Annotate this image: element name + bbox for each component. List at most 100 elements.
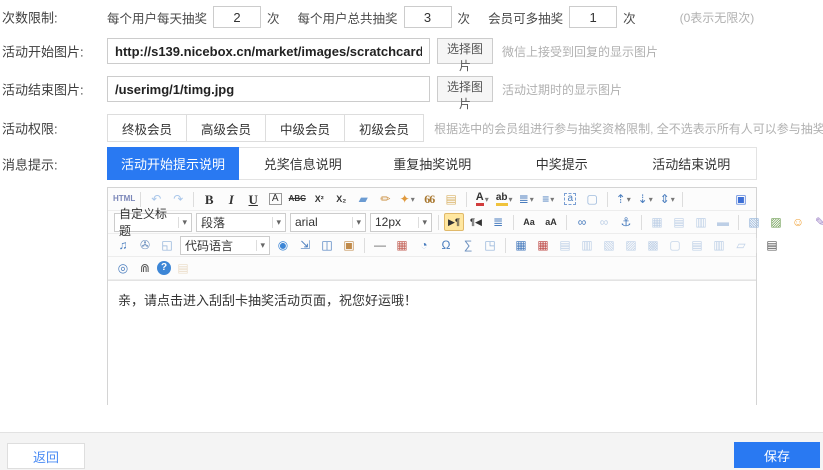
unordered-list-icon[interactable]: ≡▾ xyxy=(538,190,558,208)
image-manager-icon[interactable]: ▨ xyxy=(766,213,786,231)
tab-label: 中奖提示 xyxy=(536,154,588,173)
preview-icon[interactable]: ◎ xyxy=(113,259,133,277)
superscript-icon[interactable]: X² xyxy=(309,190,329,208)
clear-doc-icon[interactable]: ▢ xyxy=(582,190,602,208)
new-doc-icon: ▱ xyxy=(731,236,751,254)
toolbar-separator xyxy=(641,215,642,230)
font-border-icon[interactable]: A xyxy=(265,190,285,208)
bookmark-anchor-icon[interactable]: ⚓ xyxy=(616,213,636,231)
line-height-icon[interactable]: ⇕▾ xyxy=(657,190,677,208)
paragraph-format-select-value: 段落 xyxy=(201,214,225,231)
format-painter-icon[interactable]: ✏ xyxy=(375,190,395,208)
insert-column-icon: ▨ xyxy=(621,236,641,254)
ordered-list-icon[interactable]: ≣▾ xyxy=(516,190,536,208)
end-image-pick-button[interactable]: 选择图片 xyxy=(437,76,493,102)
font-size-select-value: 12px xyxy=(375,215,401,229)
special-characters-icon[interactable]: Ω xyxy=(436,236,456,254)
end-image-label: 活动结束图片: xyxy=(2,80,84,99)
attachment-icon[interactable]: ✇ xyxy=(135,236,155,254)
limit-count-input[interactable] xyxy=(569,6,617,28)
paragraph-format-select[interactable]: 段落▾ xyxy=(196,213,286,232)
back-button[interactable]: 返回 xyxy=(7,443,85,469)
search-replace-icon[interactable]: ⋒ xyxy=(135,259,155,277)
scrawl-icon[interactable]: ✎ xyxy=(810,213,823,231)
strikethrough-icon[interactable]: ABC xyxy=(287,190,307,208)
formula-icon[interactable]: ∑ xyxy=(458,236,478,254)
end-image-url-input[interactable] xyxy=(107,76,430,102)
editor-content-area[interactable]: 亲，请点击进入刮刮卡抽奖活动页面，祝您好运哦！ xyxy=(108,280,756,425)
table-title-icon: ▤ xyxy=(555,236,575,254)
indent-icon[interactable]: ≣ xyxy=(488,213,508,231)
custom-title-select[interactable]: 自定义标题▾ xyxy=(114,213,192,232)
to-lowercase-icon[interactable]: aA xyxy=(541,213,561,231)
paste-icon: ▤ xyxy=(173,259,193,277)
two-columns-icon[interactable]: ◫ xyxy=(317,236,337,254)
toolbar-row-1: HTML↶↷BIUAABCX²X₂▰✏✦▾66▤A▾ab▾≣▾≡▾a▢⇡▾⇣▾⇕… xyxy=(108,188,756,211)
limit-field-label: 会员可多抽奖 xyxy=(488,8,563,27)
to-uppercase-icon[interactable]: Aa xyxy=(519,213,539,231)
save-button[interactable]: 保存 xyxy=(734,442,820,468)
background-color-icon[interactable]: ab▾ xyxy=(494,190,514,208)
snapshot-icon[interactable]: ▣ xyxy=(339,236,359,254)
tab-win-prize-note[interactable]: 中奖提示 xyxy=(497,148,627,179)
member-level-junior[interactable]: 初级会员 xyxy=(344,114,424,142)
edit-note-icon[interactable]: ◳ xyxy=(480,236,500,254)
image-align-center-icon: ▬ xyxy=(713,213,733,231)
font-family-select[interactable]: arial▾ xyxy=(290,213,366,232)
delete-table-icon[interactable]: ▦ xyxy=(533,236,553,254)
insert-frame-icon[interactable]: ◱ xyxy=(157,236,177,254)
google-map-icon[interactable]: ◉ xyxy=(273,236,293,254)
paragraph-space-top-icon[interactable]: ⇡▾ xyxy=(613,190,633,208)
underline-icon[interactable]: U xyxy=(243,190,263,208)
insert-date-icon[interactable]: ▦ xyxy=(392,236,412,254)
tab-activity-end-note[interactable]: 活动结束说明 xyxy=(627,148,757,179)
member-level-label: 终极会员 xyxy=(122,123,172,137)
paragraph-space-bottom-icon[interactable]: ⇣▾ xyxy=(635,190,655,208)
member-level-middle[interactable]: 中级会员 xyxy=(265,114,345,142)
help-icon[interactable]: ? xyxy=(157,261,171,275)
scratch-card-activity-settings-page: 次数限制: 每个用户每天抽奖 次 每个用户总共抽奖 次 会员可多抽奖 次 (0表… xyxy=(0,0,823,470)
bold-icon[interactable]: B xyxy=(199,190,219,208)
limit-count-input[interactable] xyxy=(213,6,261,28)
chevron-down-icon: ▾ xyxy=(178,217,187,228)
member-extra-draw-limit: 会员可多抽奖 次 xyxy=(488,6,636,28)
editor-text: 亲，请点击进入刮刮卡抽奖活动页面，祝您好运哦！ xyxy=(118,293,417,308)
code-language-select[interactable]: 代码语言▾ xyxy=(180,236,270,255)
limit-count-input[interactable] xyxy=(404,6,452,28)
direction-ltr-icon[interactable]: ▶¶ xyxy=(444,213,464,231)
insert-image-icon[interactable]: ▧ xyxy=(744,213,764,231)
paste-plain-text-icon[interactable]: ▤ xyxy=(441,190,461,208)
insert-time-icon[interactable]: ◔ xyxy=(414,236,434,254)
chevron-down-icon: ▾ xyxy=(627,195,631,204)
tab-activity-start-note[interactable]: 活动开始提示说明 xyxy=(107,147,239,180)
blockquote-icon[interactable]: 66 xyxy=(419,190,439,208)
format-eraser-icon[interactable]: ▰ xyxy=(353,190,373,208)
tab-redeem-info-note[interactable]: 兑奖信息说明 xyxy=(238,148,368,179)
tab-repeat-draw-note[interactable]: 重复抽奖说明 xyxy=(368,148,498,179)
page-break-icon[interactable]: ⇲ xyxy=(295,236,315,254)
link-icon[interactable]: ∞ xyxy=(572,213,592,231)
chevron-down-icon: ▾ xyxy=(550,195,554,204)
toolbar-separator xyxy=(193,192,194,207)
print-icon[interactable]: ▤ xyxy=(762,236,782,254)
toolbar-separator xyxy=(438,215,439,230)
tab-label: 重复抽奖说明 xyxy=(393,154,471,173)
start-image-url-input[interactable] xyxy=(107,38,430,64)
member-level-senior[interactable]: 高级会员 xyxy=(186,114,266,142)
insert-music-icon[interactable]: ♫ xyxy=(113,236,133,254)
unlink-icon: ∞ xyxy=(594,213,614,231)
fullscreen-icon[interactable]: ▣ xyxy=(731,190,751,208)
subscript-icon[interactable]: X₂ xyxy=(331,190,351,208)
member-level-ultimate[interactable]: 终极会员 xyxy=(107,114,187,142)
italic-icon[interactable]: I xyxy=(221,190,241,208)
auto-typeset-icon[interactable]: ✦▾ xyxy=(397,190,417,208)
toolbar-separator xyxy=(738,215,739,230)
emotion-icon[interactable]: ☺ xyxy=(788,213,808,231)
anchor-icon[interactable]: a xyxy=(560,190,580,208)
font-size-select[interactable]: 12px▾ xyxy=(370,213,432,232)
horizontal-rule-icon[interactable]: — xyxy=(370,236,390,254)
font-color-icon[interactable]: A▾ xyxy=(472,190,492,208)
start-image-pick-button[interactable]: 选择图片 xyxy=(437,38,493,64)
insert-table-icon[interactable]: ▦ xyxy=(511,236,531,254)
direction-rtl-icon[interactable]: ¶◀ xyxy=(466,213,486,231)
